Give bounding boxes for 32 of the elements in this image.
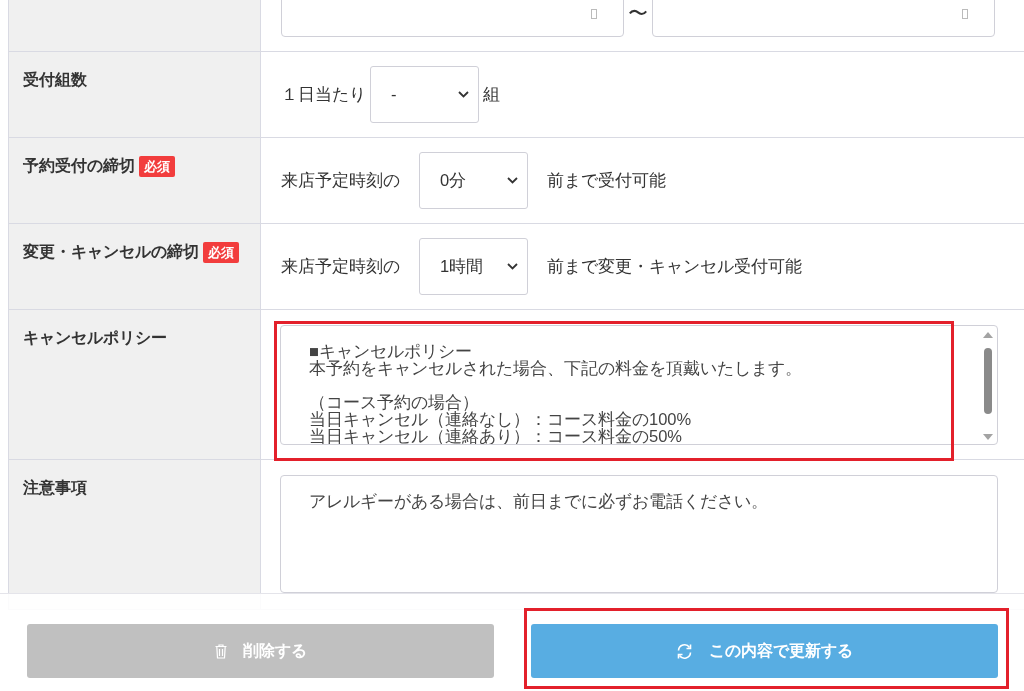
text-line: ■キャンセルポリシー [309,343,472,360]
field-label: 受付組数 [23,70,87,90]
textarea-field[interactable]: アレルギーがある場合は、前日までに必ずお電話ください。 [280,475,998,593]
text-line: （コース予約の場合） [309,394,479,411]
chevron-down-icon [507,177,518,184]
text-line: アレルギーがある場合は、前日までに必ずお電話ください。 [309,493,768,510]
range-separator: 〜 [628,1,648,26]
suffix-text: 前まで受付可能 [547,170,666,192]
field-label: キャンセルポリシー [23,328,167,348]
select-field[interactable]: 1時間 [419,238,528,295]
square-icon [962,9,968,19]
required-badge: 必須 [139,156,175,177]
field-label: 変更・キャンセルの締切 [23,242,199,262]
text-line: 本予約をキャンセルされた場合、下記の料金を頂戴いたします。 [309,360,802,377]
refresh-icon [676,642,693,660]
field-label: 予約受付の締切 [23,156,135,176]
select-field[interactable]: 0分 [419,152,528,209]
chevron-down-icon [458,91,469,98]
date-field[interactable] [652,0,995,37]
suffix-text: 組 [483,84,500,106]
text-line: 当日キャンセル（連絡なし）：コース料金の100% [309,411,692,428]
square-icon [591,9,597,19]
prefix-text: 来店予定時刻の [281,256,400,278]
chevron-down-icon [507,263,518,270]
required-badge: 必須 [203,242,239,263]
prefix-text: １日当たり [281,84,366,106]
suffix-text: 前まで変更・キャンセル受付可能 [547,256,802,278]
prefix-text: 来店予定時刻の [281,170,400,192]
field-label: 注意事項 [23,478,87,498]
date-field[interactable] [281,0,624,37]
trash-icon [214,643,227,659]
select-field[interactable]: - [370,66,479,123]
